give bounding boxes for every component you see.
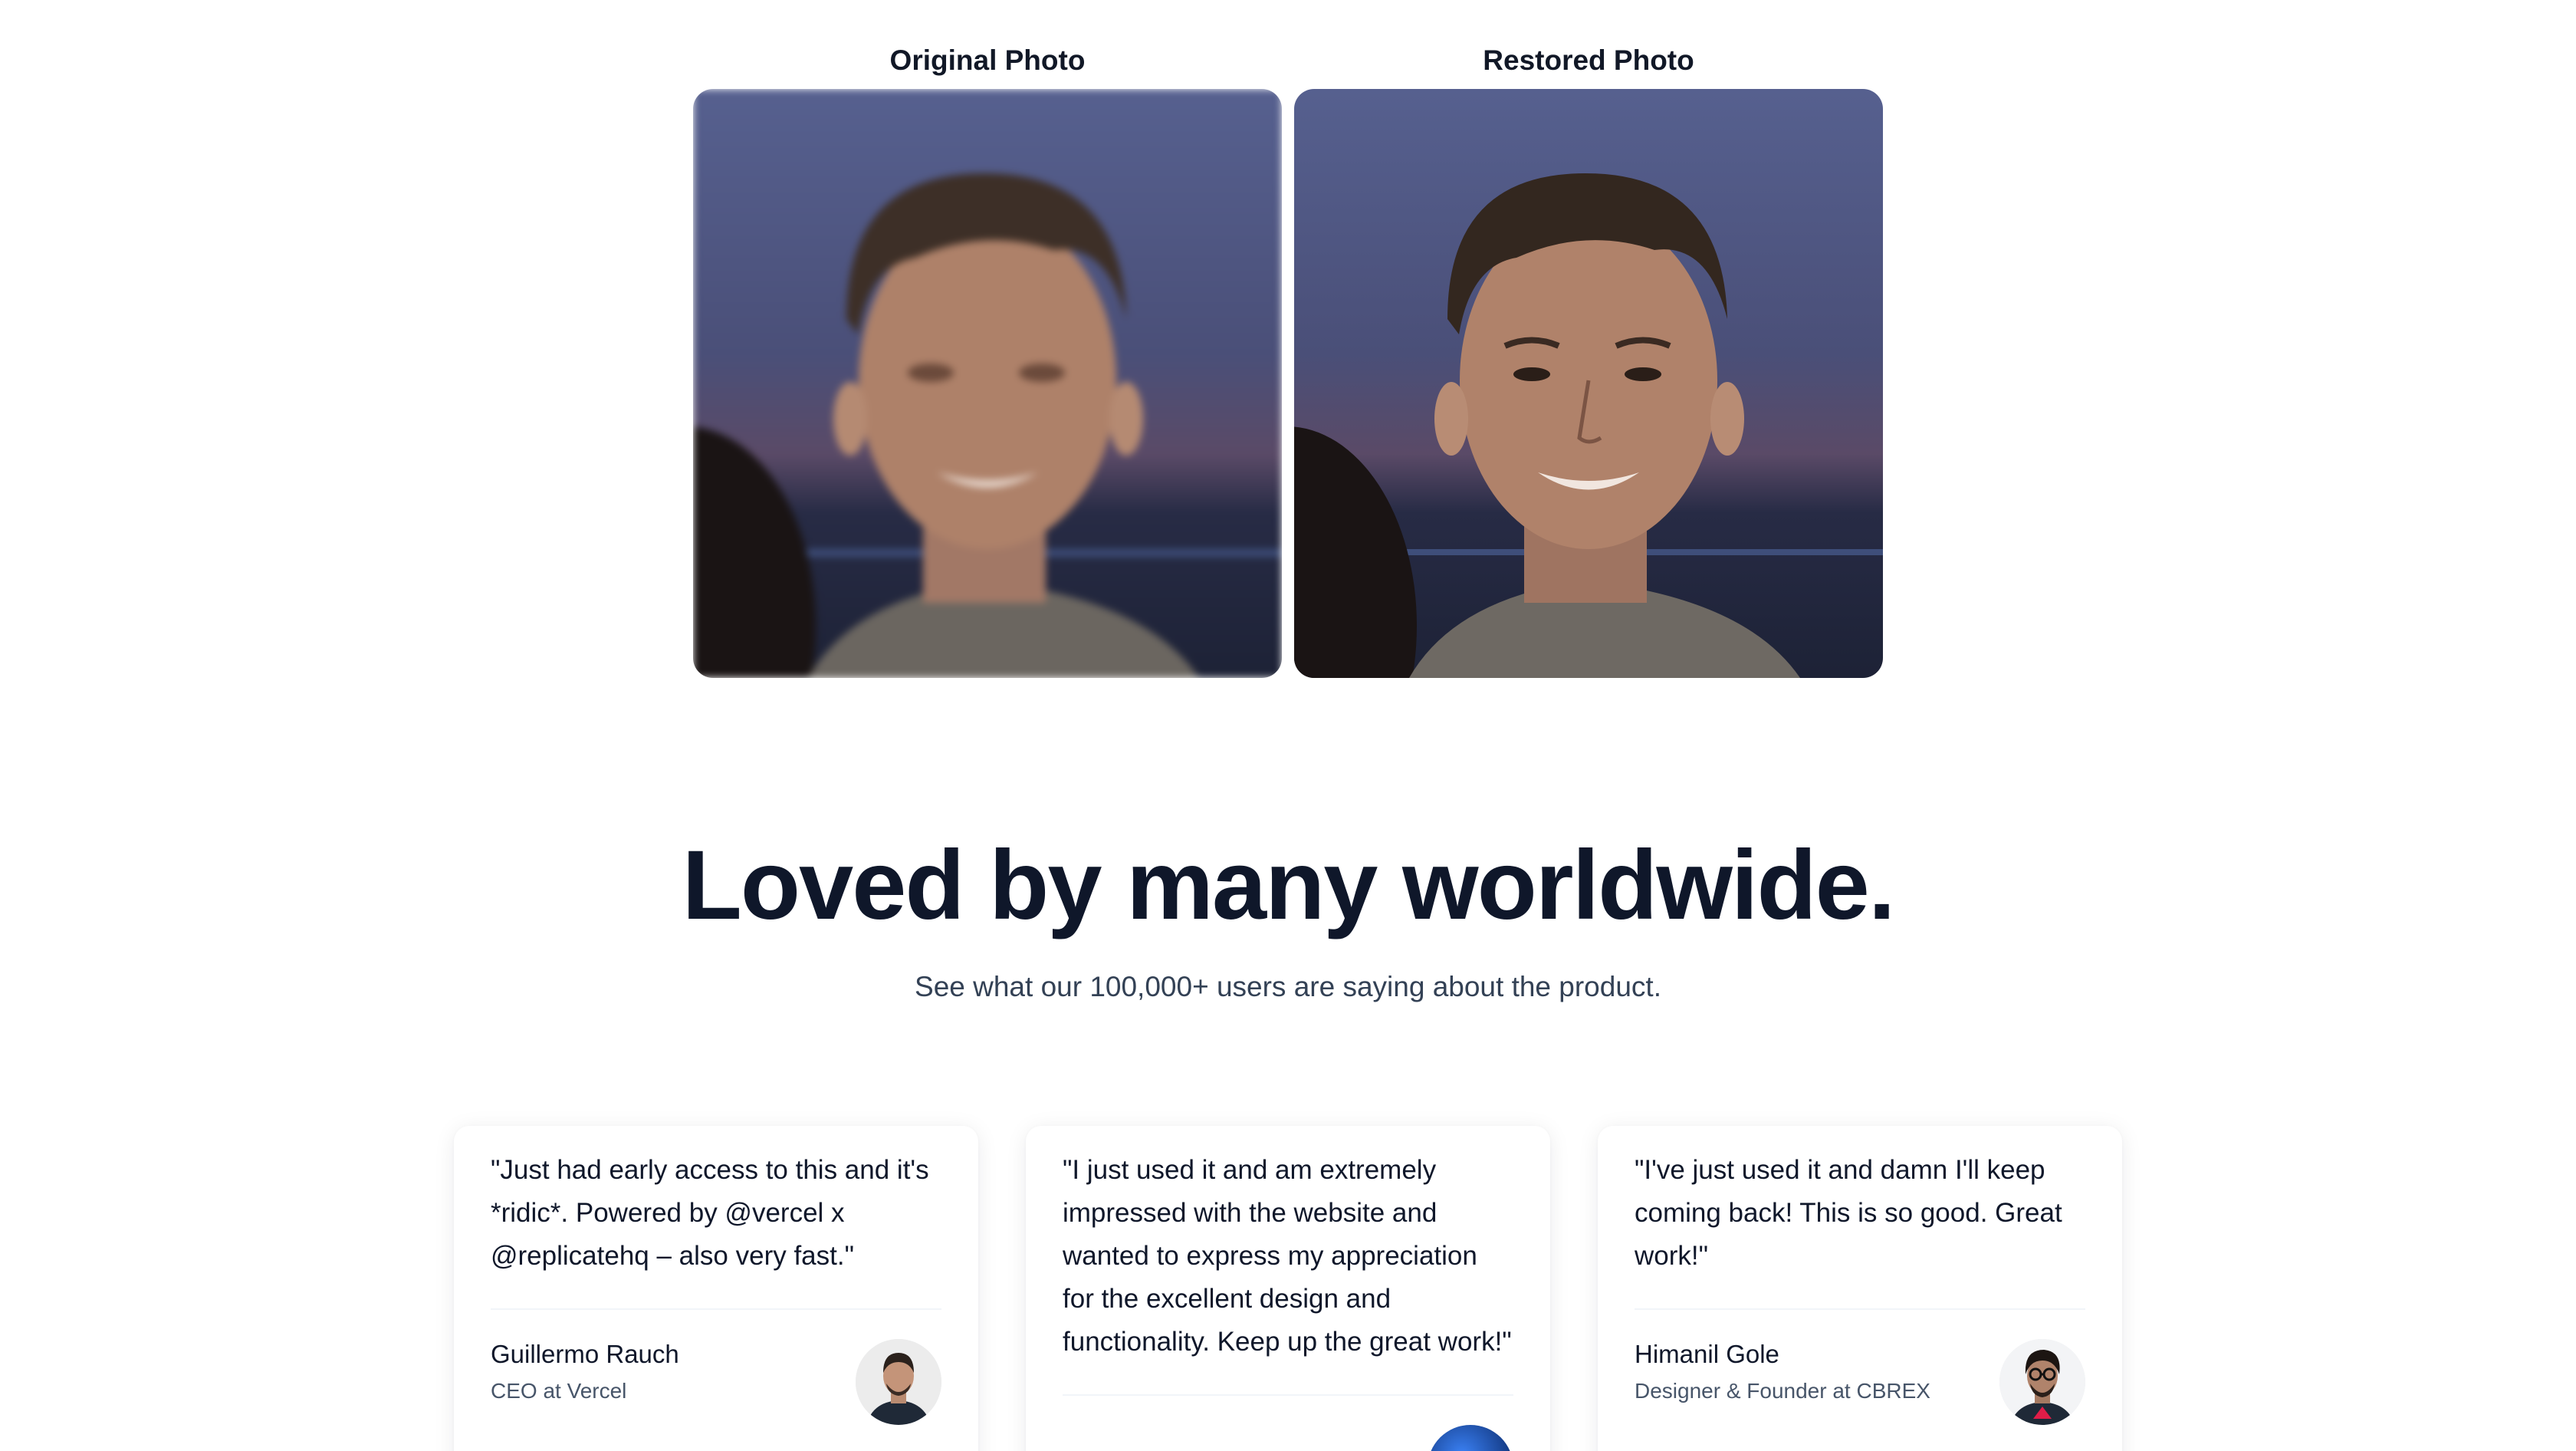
avatar [1428,1425,1513,1451]
testimonials-grid: "Just had early access to this and it's … [454,1126,2122,1451]
restored-photo-column: Restored Photo [1294,41,1883,678]
avatar [1999,1339,2085,1425]
photo-comparison: Original Photo Restored Photo [693,41,1883,679]
avatar-image [1428,1425,1513,1451]
testimonial-quote: "Just had early access to this and it's … [491,1149,941,1310]
testimonial-author: Himanil Gole Designer & Founder at CBREX [1635,1339,2085,1431]
testimonial-card: "I just used it and am extremely impress… [1026,1126,1550,1451]
avatar [856,1339,941,1425]
restored-photo [1294,89,1883,678]
original-photo [693,89,1282,678]
testimonial-card: "Just had early access to this and it's … [454,1126,978,1451]
section-heading: Loved by many worldwide. [682,831,1896,940]
original-photo-label: Original Photo [889,44,1086,76]
restored-photo-image [1294,89,1883,678]
section-subheading: See what our 100,000+ users are saying a… [915,971,1661,1002]
original-photo-column: Original Photo [693,41,1282,678]
testimonial-quote: "I've just used it and damn I'll keep co… [1635,1149,2085,1310]
testimonial-author: Guillermo Rauch CEO at Vercel [491,1339,941,1431]
restored-photo-label: Restored Photo [1483,44,1694,76]
original-photo-image [693,89,1282,678]
avatar-image [1999,1339,2085,1425]
page: Original Photo Restored Photo Loved by m… [0,0,2576,1451]
avatar-image [856,1339,941,1425]
testimonial-card: "I've just used it and damn I'll keep co… [1598,1126,2122,1451]
testimonial-author [1063,1425,1513,1451]
testimonial-quote: "I just used it and am extremely impress… [1063,1149,1513,1396]
